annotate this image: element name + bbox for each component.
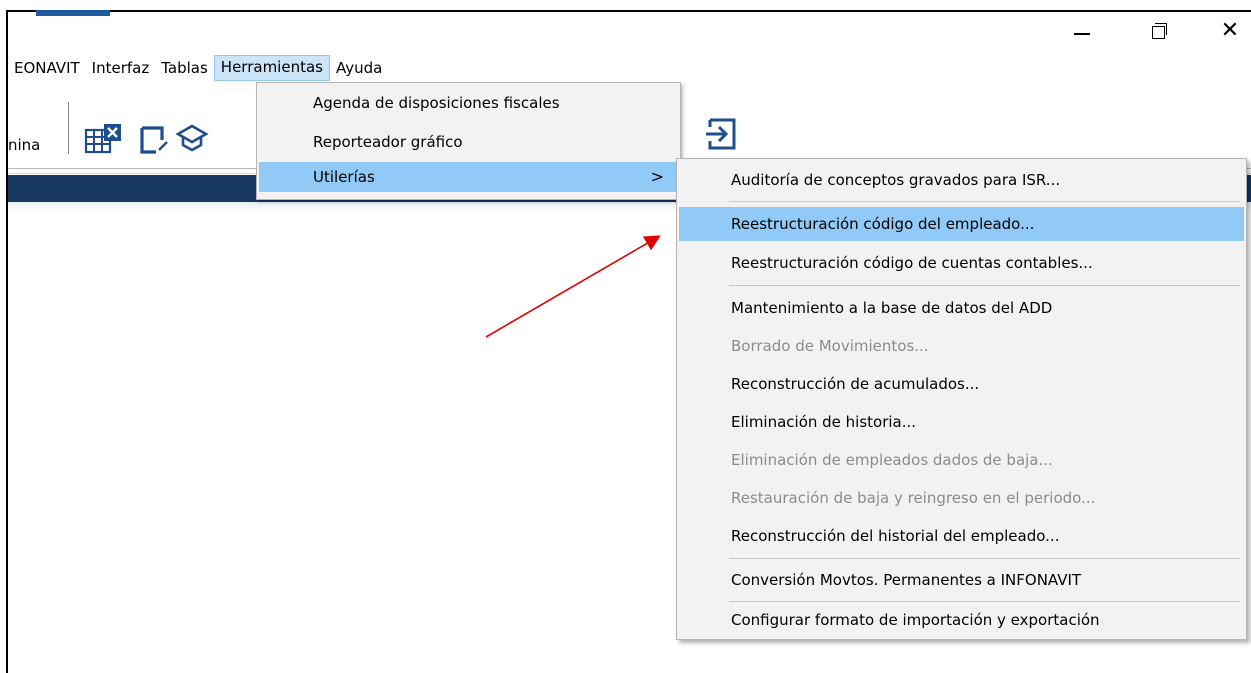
submenu-item-reconstruccion-acumulados[interactable]: Reconstrucción de acumulados... xyxy=(679,367,1244,401)
toolbar-separator xyxy=(68,102,69,154)
submenu-item-eliminacion-historia[interactable]: Eliminación de historia... xyxy=(679,405,1244,439)
excel-grid-icon[interactable] xyxy=(84,116,124,156)
menu-separator xyxy=(729,285,1240,286)
close-icon[interactable]: ✕ xyxy=(1210,16,1250,46)
menu-item-reporteador[interactable]: Reporteador gráfico xyxy=(259,127,678,157)
submenu-item-eliminacion-empleados-baja: Eliminación de empleados dados de baja..… xyxy=(731,451,1053,469)
herramientas-dropdown: Agenda de disposiciones fiscales Reporte… xyxy=(256,82,681,200)
submenu-item-reestructuracion-empleado[interactable]: Reestructuración código del empleado... xyxy=(679,207,1244,241)
menu-item-utilerias-label: Utilerías xyxy=(313,168,375,186)
menu-bar: EONAVIT Interfaz Tablas Herramientas Ayu… xyxy=(8,55,388,81)
submenu-item-configurar-formato[interactable]: Configurar formato de importación y expo… xyxy=(679,603,1244,637)
export-icon[interactable] xyxy=(702,114,742,154)
submenu-arrow-icon: > xyxy=(650,167,664,186)
document-edit-icon[interactable] xyxy=(134,116,174,156)
submenu-item-restauracion-baja: Restauración de baja y reingreso en el p… xyxy=(731,489,1096,507)
submenu-item-mantenimiento-add[interactable]: Mantenimiento a la base de datos del ADD xyxy=(679,291,1244,325)
submenu-item-auditoria[interactable]: Auditoría de conceptos gravados para ISR… xyxy=(679,163,1244,197)
submenu-item-conversion-infonavit[interactable]: Conversión Movtos. Permanentes a INFONAV… xyxy=(679,563,1244,597)
restore-icon[interactable] xyxy=(1142,16,1182,46)
menu-item-utilerias[interactable]: Utilerías > xyxy=(259,162,678,192)
menu-herramientas[interactable]: Herramientas xyxy=(213,55,330,81)
menu-interfaz[interactable]: Interfaz xyxy=(86,56,156,80)
minimize-icon[interactable] xyxy=(1068,16,1108,46)
submenu-item-reconstruccion-historial[interactable]: Reconstrucción del historial del emplead… xyxy=(679,519,1244,553)
menu-separator xyxy=(729,558,1240,559)
submenu-item-reestructuracion-cuentas[interactable]: Reestructuración código de cuentas conta… xyxy=(679,246,1244,280)
menu-separator xyxy=(729,601,1240,602)
menu-item-agenda[interactable]: Agenda de disposiciones fiscales xyxy=(259,88,678,118)
utilerias-submenu: Auditoría de conceptos gravados para ISR… xyxy=(676,158,1247,640)
menu-infonavit[interactable]: EONAVIT xyxy=(8,56,86,80)
title-tab-accent xyxy=(36,10,110,16)
menu-tablas[interactable]: Tablas xyxy=(155,56,214,80)
submenu-item-borrado-movimientos: Borrado de Movimientos... xyxy=(731,337,929,355)
menu-separator xyxy=(729,201,1240,202)
graduation-cap-icon[interactable] xyxy=(174,116,210,156)
toolbar-label[interactable]: nina xyxy=(8,136,40,154)
menu-ayuda[interactable]: Ayuda xyxy=(330,56,388,80)
